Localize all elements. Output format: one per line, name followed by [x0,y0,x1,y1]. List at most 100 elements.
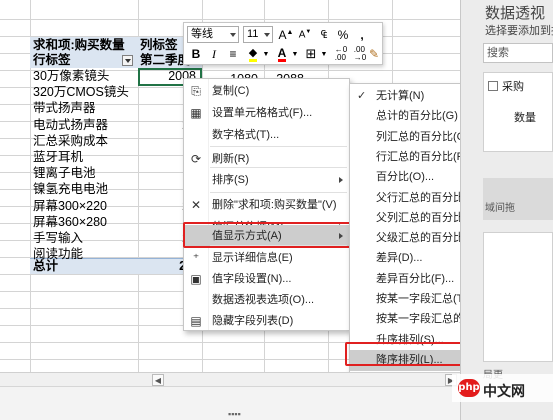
submenu-item-label: 总计的百分比(G) [376,110,458,123]
chevron-down-icon: ▼ [320,50,328,58]
font-size-value: 11 [247,28,259,40]
field-item[interactable]: 采购 [502,78,524,94]
pane-drag-hint: 域间拖 [485,203,515,214]
menu-item-label: 值字段设置(N)... [212,273,292,285]
highlight-box-descending-rank [345,342,470,366]
paint-bucket-icon: ◆ [248,47,258,62]
context-menu-item[interactable]: ⎘ 复制(C) [184,80,349,102]
menu-item-label: 显示详细信息(E) [212,252,293,264]
font-color-button[interactable]: A [273,45,291,63]
row-filter-button[interactable] [122,55,133,66]
chevron-down-icon [264,33,270,37]
chevron-down-icon: ▼ [262,50,270,58]
accounting-format-button[interactable]: ₠ [315,26,333,44]
font-color-icon: A [277,45,287,62]
pivot-row-label[interactable]: 屏幕360×280 [33,214,107,230]
pivot-row-label[interactable]: 蓝牙耳机 [33,149,83,165]
field-item[interactable]: 数量 [514,109,536,125]
pivot-row-label[interactable]: 320万CMOS镜头 [33,84,129,100]
context-menu-item[interactable]: 数字格式(T)... [184,124,349,146]
context-menu-item[interactable]: ✕ 删除"求和项:购买数量"(V) [184,194,349,216]
menu-separator [210,146,347,147]
increase-font-button[interactable]: A▲ [277,26,295,44]
chevron-down-icon [230,33,236,37]
format-cells-icon: ▦ [190,106,202,120]
highlight-box-show-values-as [183,222,351,248]
font-size-combo[interactable]: 11 [243,26,273,43]
pivot-row-label[interactable]: 汇总采购成本 [33,133,108,149]
resize-grip-icon[interactable]: ▪▪▪▪ [228,409,241,419]
menu-item-label: 数据透视表选项(O)... [212,294,315,306]
menu-item-label: 复制(C) [212,85,250,97]
pivot-row-label[interactable]: 锂离子电池 [33,165,96,181]
bold-icon: B [191,47,201,61]
comma-icon: , [360,28,364,42]
font-name-combo[interactable]: 等线 [187,26,239,43]
chevron-down-icon: ▼ [291,50,299,58]
delete-icon: ✕ [190,198,202,212]
pivot-total-label[interactable]: 总计 [33,258,58,274]
pivot-row-label[interactable]: 手写输入 [33,230,83,246]
italic-icon: I [212,46,216,61]
context-menu-item[interactable]: 排序(S) [184,169,349,191]
submenu-item-label: 差异百分比(F)... [376,272,455,285]
pivot-row-labels-header[interactable]: 行标签 [33,52,71,68]
font-shrink-icon: A▼ [298,29,312,41]
italic-button[interactable]: I [205,45,223,63]
pane-areas-box[interactable] [483,232,553,362]
field-list-icon: ▤ [190,314,202,328]
context-menu-item[interactable]: ⁺ 显示详细信息(E) [184,247,349,269]
font-color-dropdown[interactable]: ▼ [291,45,299,63]
scroll-left-button[interactable]: ◀ [152,374,164,386]
context-menu-item[interactable]: ▤ 隐藏字段列表(D) [184,310,349,332]
font-name-value: 等线 [191,28,213,40]
percent-style-button[interactable]: % [334,26,352,44]
pivot-fields-pane: 数据透视 选择要添加到报 搜索 采购 数量 域间拖 局更 [460,0,553,420]
align-center-icon: ≡ [229,47,237,61]
menu-item-label: 删除"求和项:购买数量"(V) [212,199,337,211]
increase-decimal-button[interactable]: ←0.00 [332,45,350,63]
fill-color-dropdown[interactable]: ▼ [262,45,270,63]
borders-button[interactable]: ⊞ [302,45,320,63]
php-logo: php [458,379,480,397]
bold-button[interactable]: B [187,45,205,63]
watermark-text: 中文网 [483,383,525,399]
fill-color-button[interactable]: ◆ [244,45,262,63]
pane-subtitle: 选择要添加到报 [485,25,553,37]
field-checkbox[interactable] [488,81,498,91]
checkmark-icon: ✓ [357,90,367,102]
context-menu-item[interactable]: ▣ 值字段设置(N)... [184,268,349,290]
menu-item-label: 隐藏字段列表(D) [212,315,294,327]
percent-icon: % [337,28,349,42]
increase-decimal-icon: ←0.00 [334,45,348,62]
context-menu-item[interactable]: ▦ 设置单元格格式(F)... [184,102,349,124]
submenu-arrow-icon [339,177,343,183]
chevron-left-icon: ◀ [154,375,162,385]
pivot-row-label[interactable]: 带式扬声器 [33,100,96,116]
field-settings-icon: ▣ [190,272,202,286]
pivot-row-label[interactable]: 电动式扬声器 [33,117,108,133]
borders-dropdown[interactable]: ▼ [320,45,328,63]
field-search-input[interactable]: 搜索 [483,43,553,63]
format-painter-button[interactable]: ✎ [365,45,383,63]
menu-separator [210,167,347,168]
comma-style-button[interactable]: , [353,26,371,44]
horizontal-scrollbar[interactable]: ◀ ▶ [0,372,460,386]
refresh-icon: ⟳ [190,152,202,166]
pivot-row-label[interactable]: 30万像素镜头 [33,68,109,84]
menu-item-label: 排序(S) [212,174,249,186]
pivot-row-label[interactable]: 屏幕300×220 [33,198,107,214]
menu-separator [210,192,347,193]
pane-title: 数据透视 [485,5,546,22]
submenu-item-label: 百分比(O)... [376,171,435,184]
decrease-font-button[interactable]: A▼ [296,26,314,44]
menu-item-label: 设置单元格格式(F)... [212,107,313,119]
field-list[interactable]: 采购 数量 [483,72,553,152]
bottom-strip: ▪▪▪▪ [0,386,460,420]
pivot-row-label[interactable]: 镍氢充电电池 [33,181,108,197]
align-center-button[interactable]: ≡ [224,45,242,63]
pivot-column-labels-header[interactable]: 列标签 [140,37,178,53]
context-menu-item[interactable]: 数据透视表选项(O)... [184,289,349,311]
context-menu: ⎘ 复制(C) ▦ 设置单元格格式(F)... 数字格式(T)... ⟳ 刷新(R) 排序(S… [183,78,350,331]
pivot-value-field-label[interactable]: 求和项:购买数量 [33,37,125,53]
